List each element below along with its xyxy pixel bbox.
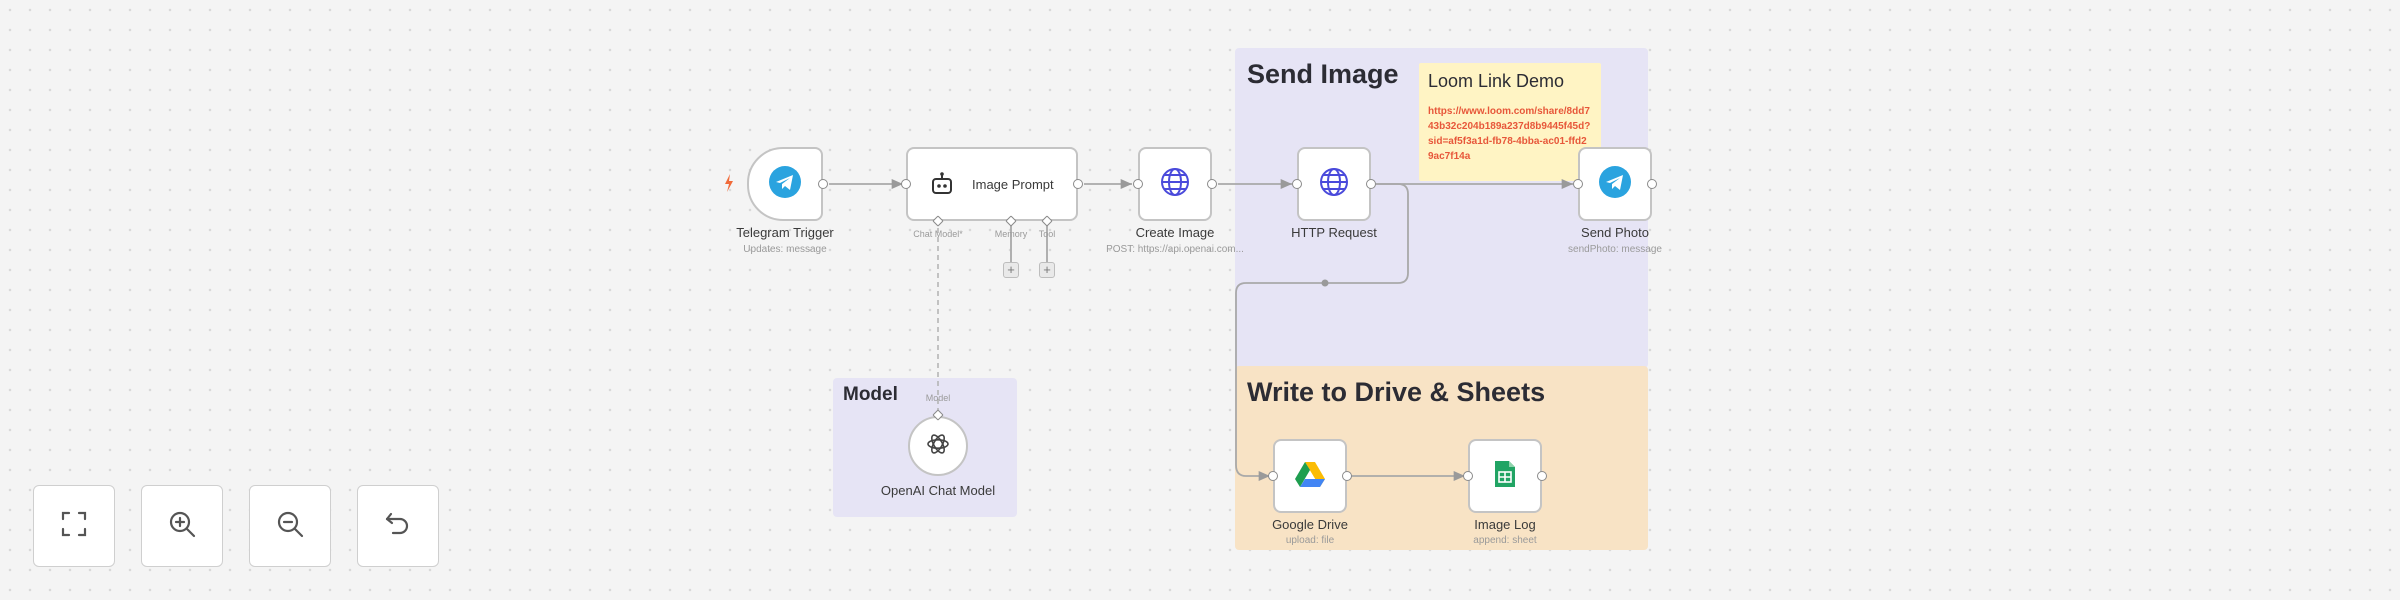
node-label: Image Log: [1474, 517, 1536, 532]
node-subtitle: POST: https://api.openai.com...: [1106, 244, 1244, 255]
node-send-photo[interactable]: [1578, 147, 1652, 221]
undo-button[interactable]: [357, 485, 439, 567]
globe-icon: [1318, 166, 1350, 203]
node-label: Send Photo: [1581, 225, 1649, 240]
node-label: Image Prompt: [972, 176, 1054, 192]
node-subtitle: Updates: message: [743, 244, 827, 255]
zoom-in-icon: [167, 509, 197, 544]
node-label: Create Image: [1135, 225, 1215, 240]
input-port[interactable]: [901, 179, 911, 189]
add-tool-button[interactable]: +: [1039, 262, 1055, 278]
zoom-out-button[interactable]: [249, 485, 331, 567]
input-port[interactable]: [1133, 179, 1143, 189]
node-subtitle: upload: file: [1285, 535, 1335, 546]
trigger-bolt-icon: [723, 173, 735, 193]
node-label: Telegram Trigger: [736, 225, 834, 240]
add-memory-button[interactable]: +: [1003, 262, 1019, 278]
port-label-model: Model: [925, 393, 951, 403]
node-telegram-trigger[interactable]: [747, 147, 823, 221]
node-subtitle: append: sheet: [1473, 535, 1537, 546]
output-port[interactable]: [1366, 179, 1376, 189]
output-port[interactable]: [1073, 179, 1083, 189]
robot-icon: [928, 170, 956, 198]
node-google-drive[interactable]: [1273, 439, 1347, 513]
telegram-icon: [769, 165, 801, 203]
globe-icon: [1159, 166, 1191, 203]
node-openai-chat-model[interactable]: [908, 416, 968, 476]
output-port[interactable]: [818, 179, 828, 189]
port-label-tool: Tool: [1038, 229, 1056, 239]
openai-icon: [925, 431, 951, 462]
telegram-icon: [1599, 165, 1631, 203]
node-create-image[interactable]: [1138, 147, 1212, 221]
node-http-request[interactable]: [1297, 147, 1371, 221]
node-subtitle: sendPhoto: message: [1568, 244, 1662, 255]
node-label: OpenAI Chat Model: [880, 483, 996, 498]
google-sheets-icon: [1493, 459, 1517, 494]
port-label-chat-model: Chat Model*: [913, 229, 963, 239]
fit-view-icon: [59, 509, 89, 544]
output-port[interactable]: [1207, 179, 1217, 189]
output-port[interactable]: [1647, 179, 1657, 189]
port-label-memory: Memory: [994, 229, 1028, 239]
node-image-log[interactable]: [1468, 439, 1542, 513]
fit-view-button[interactable]: [33, 485, 115, 567]
node-image-prompt[interactable]: Image Prompt: [906, 147, 1078, 221]
input-port[interactable]: [1268, 471, 1278, 481]
input-port[interactable]: [1463, 471, 1473, 481]
input-port[interactable]: [1292, 179, 1302, 189]
node-label: HTTP Request: [1291, 225, 1377, 240]
input-port[interactable]: [1573, 179, 1583, 189]
output-port[interactable]: [1342, 471, 1352, 481]
google-drive-icon: [1294, 460, 1326, 493]
zoom-in-button[interactable]: [141, 485, 223, 567]
undo-icon: [383, 509, 413, 544]
node-label: Google Drive: [1272, 517, 1348, 532]
connection-midpoint-dot: [1321, 279, 1329, 287]
zoom-out-icon: [275, 509, 305, 544]
output-port[interactable]: [1537, 471, 1547, 481]
